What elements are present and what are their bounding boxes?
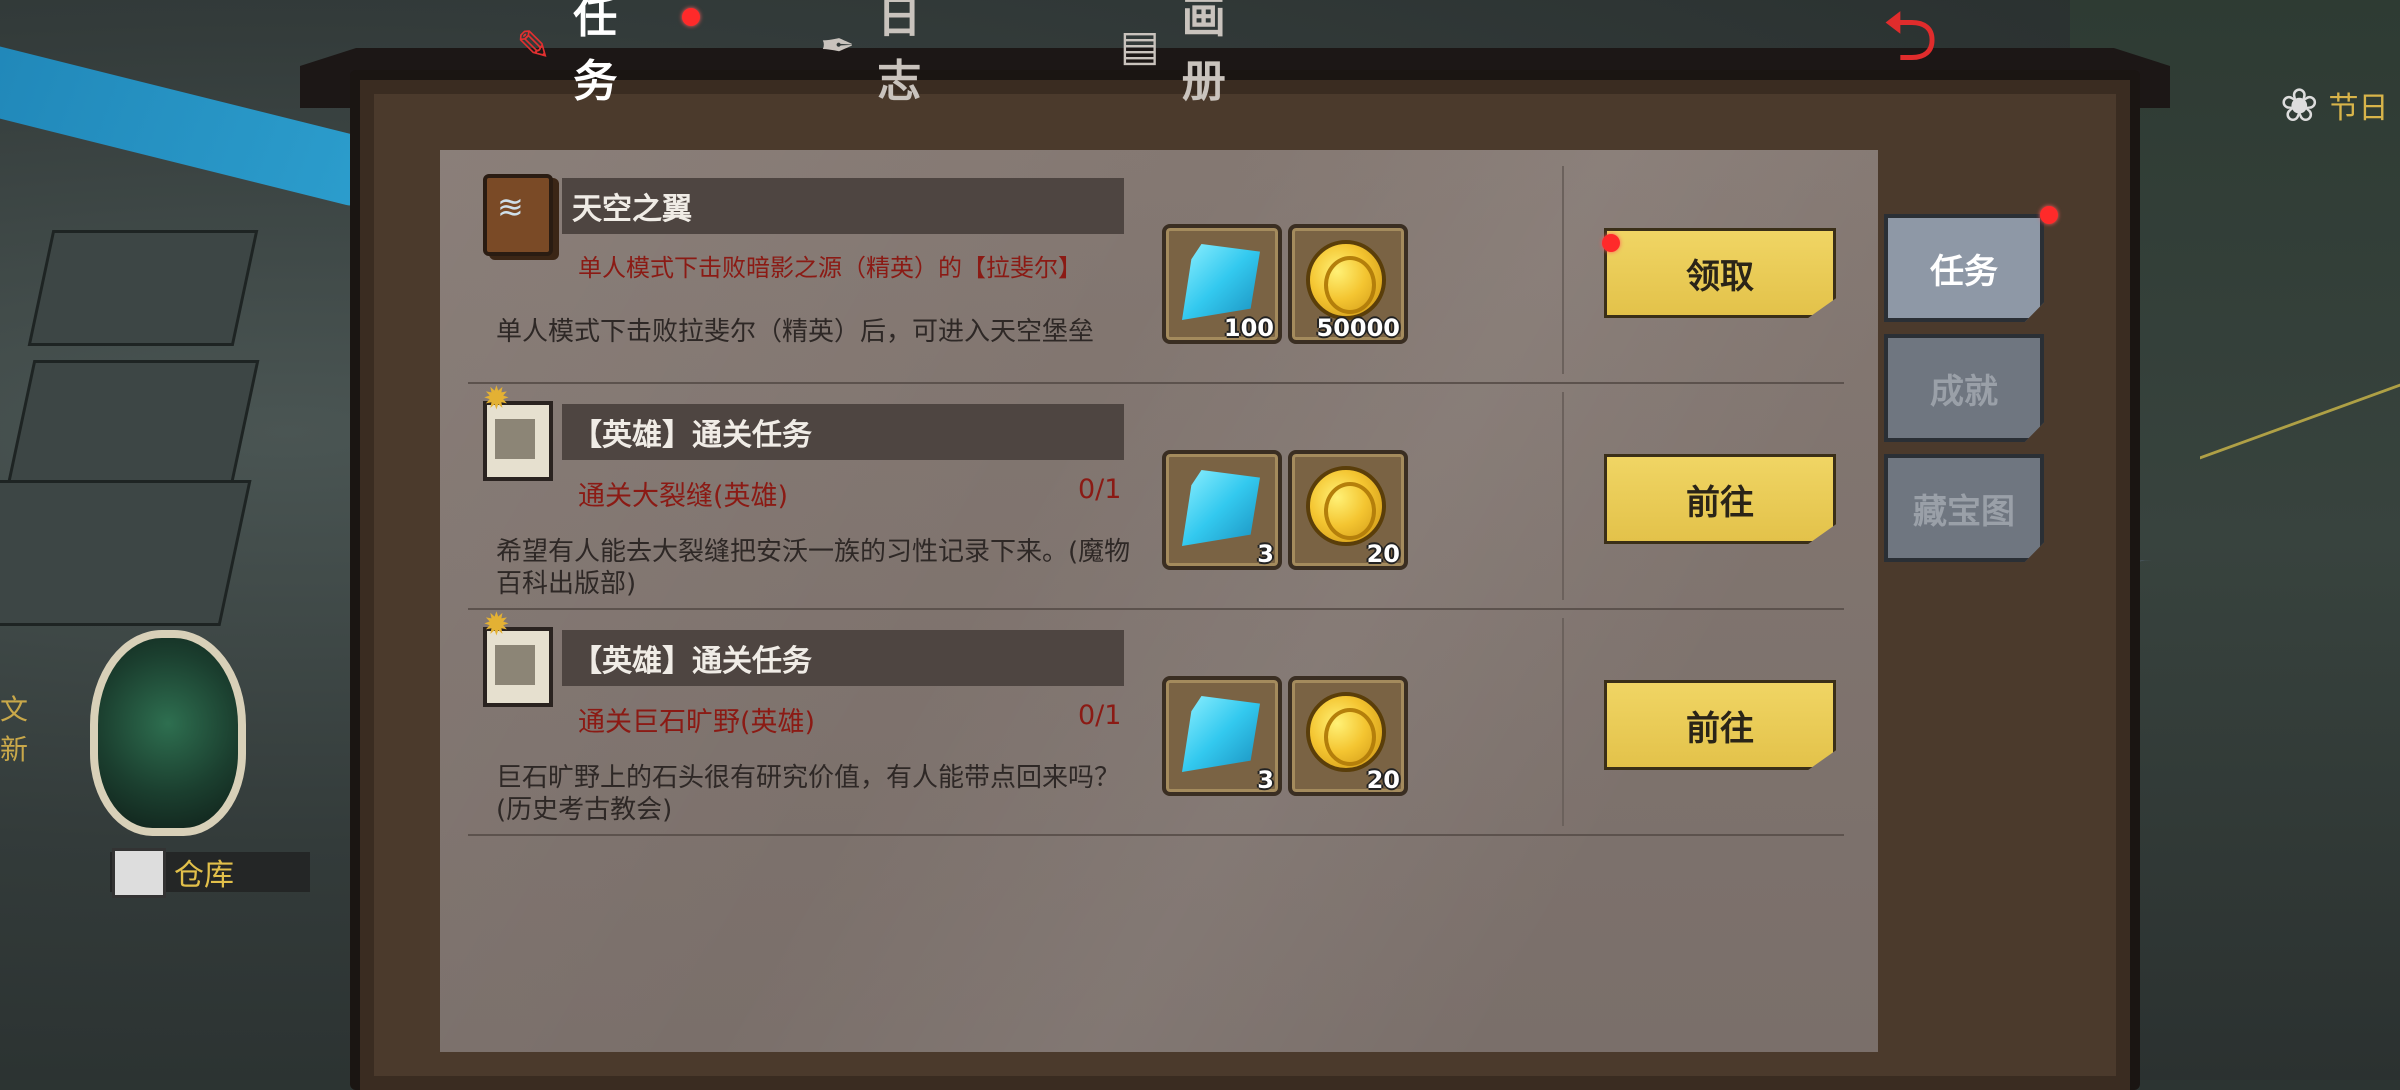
reward-amount: 50000 bbox=[1316, 314, 1401, 342]
gem-icon bbox=[1182, 696, 1260, 772]
gem-icon bbox=[1182, 470, 1260, 546]
quest-title: 【英雄】通关任务 bbox=[562, 630, 1124, 686]
quest-scroll-icon: ✎ bbox=[516, 20, 556, 70]
gold-coin-icon bbox=[1306, 466, 1386, 546]
reward-amount: 100 bbox=[1223, 314, 1274, 342]
go-button[interactable]: 前往 bbox=[1604, 680, 1836, 770]
go-button[interactable]: 前往 bbox=[1604, 454, 1836, 544]
reward-coin[interactable]: 20 bbox=[1288, 450, 1408, 570]
reward-amount: 3 bbox=[1257, 540, 1274, 568]
amulet-icon bbox=[90, 630, 246, 836]
festival-icon: ❀ bbox=[2280, 78, 2319, 132]
tab-quest[interactable]: ✎ 任务 bbox=[516, 0, 634, 107]
quest-title: 【英雄】通关任务 bbox=[562, 404, 1124, 460]
tab-journal[interactable]: ✒ 日志 bbox=[820, 0, 938, 107]
left-clip-line: 新 bbox=[0, 733, 29, 766]
quest-description: 单人模式下击败拉斐尔（精英）后，可进入天空堡垒 bbox=[496, 317, 1095, 347]
quest-progress: 0/1 bbox=[1078, 474, 1122, 505]
hero-notice-icon bbox=[478, 605, 558, 710]
gem-icon bbox=[1182, 244, 1260, 320]
quest-row: 【英雄】通关任务 通关大裂缝(英雄) 0/1 希望有人能去大裂缝把安沃一族的习性… bbox=[468, 379, 1844, 610]
festival-hud[interactable]: ❀ 节日 bbox=[2280, 78, 2389, 132]
quest-row: 【英雄】通关任务 通关巨石旷野(英雄) 0/1 巨石旷野上的石头很有研究价值，有… bbox=[468, 605, 1844, 836]
tab-journal-label: 日志 bbox=[877, 0, 926, 107]
reward-coin[interactable]: 20 bbox=[1288, 676, 1408, 796]
hero-notice-icon bbox=[478, 379, 558, 484]
left-clip-line: 文 bbox=[0, 693, 29, 726]
notification-dot bbox=[1602, 234, 1620, 252]
reward-amount: 3 bbox=[1257, 766, 1274, 794]
reward-gem[interactable]: 3 bbox=[1162, 676, 1282, 796]
notification-dot bbox=[682, 8, 700, 26]
side-tab-achievement[interactable]: 成就 bbox=[1884, 334, 2044, 442]
reward-amount: 20 bbox=[1366, 766, 1400, 794]
storage-box-icon bbox=[112, 848, 166, 898]
storage-hud[interactable]: 仓库 bbox=[50, 590, 310, 910]
tab-album-label: 画册 bbox=[1181, 0, 1230, 107]
reward-gem[interactable]: 100 bbox=[1162, 224, 1282, 344]
notification-dot bbox=[2040, 206, 2058, 224]
quest-description: 巨石旷野上的石头很有研究价值，有人能带点回来吗？(历史考古教会) bbox=[496, 763, 1121, 825]
side-tab-quest[interactable]: 任务 bbox=[1884, 214, 2044, 322]
gold-coin-icon bbox=[1306, 240, 1386, 320]
quest-row: 天空之翼 单人模式下击败暗影之源（精英）的【拉斐尔】 单人模式下击败拉斐尔（精英… bbox=[468, 158, 1844, 384]
quest-condition: 通关大裂缝(英雄) bbox=[578, 481, 789, 512]
back-arrow-icon: ⮌ bbox=[1881, 0, 1939, 77]
quest-condition: 通关巨石旷野(英雄) bbox=[578, 707, 816, 738]
back-button[interactable]: ⮌ bbox=[1800, 0, 2020, 80]
tab-album[interactable]: ▤ 画册 bbox=[1120, 0, 1238, 107]
reward-gem[interactable]: 3 bbox=[1162, 450, 1282, 570]
quest-progress: 0/1 bbox=[1078, 700, 1122, 731]
quill-icon: ✒ bbox=[820, 20, 860, 70]
album-icon: ▤ bbox=[1120, 20, 1164, 70]
quest-condition: 单人模式下击败暗影之源（精英）的【拉斐尔】 bbox=[578, 254, 1082, 282]
quest-description: 希望有人能去大裂缝把安沃一族的习性记录下来。(魔物百科出版部) bbox=[496, 537, 1131, 599]
side-tab-treasure-map[interactable]: 藏宝图 bbox=[1884, 454, 2044, 562]
quest-title: 天空之翼 bbox=[562, 178, 1124, 234]
row-divider bbox=[1562, 392, 1564, 600]
floor-tile bbox=[6, 360, 260, 486]
claim-button[interactable]: 领取 bbox=[1604, 228, 1836, 318]
row-divider bbox=[1562, 166, 1564, 374]
left-clipped-text: 文 新 bbox=[0, 690, 28, 770]
floor-tile bbox=[27, 230, 259, 346]
row-divider bbox=[1562, 618, 1564, 826]
tab-quest-label: 任务 bbox=[573, 0, 622, 107]
festival-label: 节日 bbox=[2328, 91, 2389, 126]
reward-amount: 20 bbox=[1366, 540, 1400, 568]
reward-coin[interactable]: 50000 bbox=[1288, 224, 1408, 344]
gold-coin-icon bbox=[1306, 692, 1386, 772]
spell-book-icon bbox=[478, 172, 558, 258]
